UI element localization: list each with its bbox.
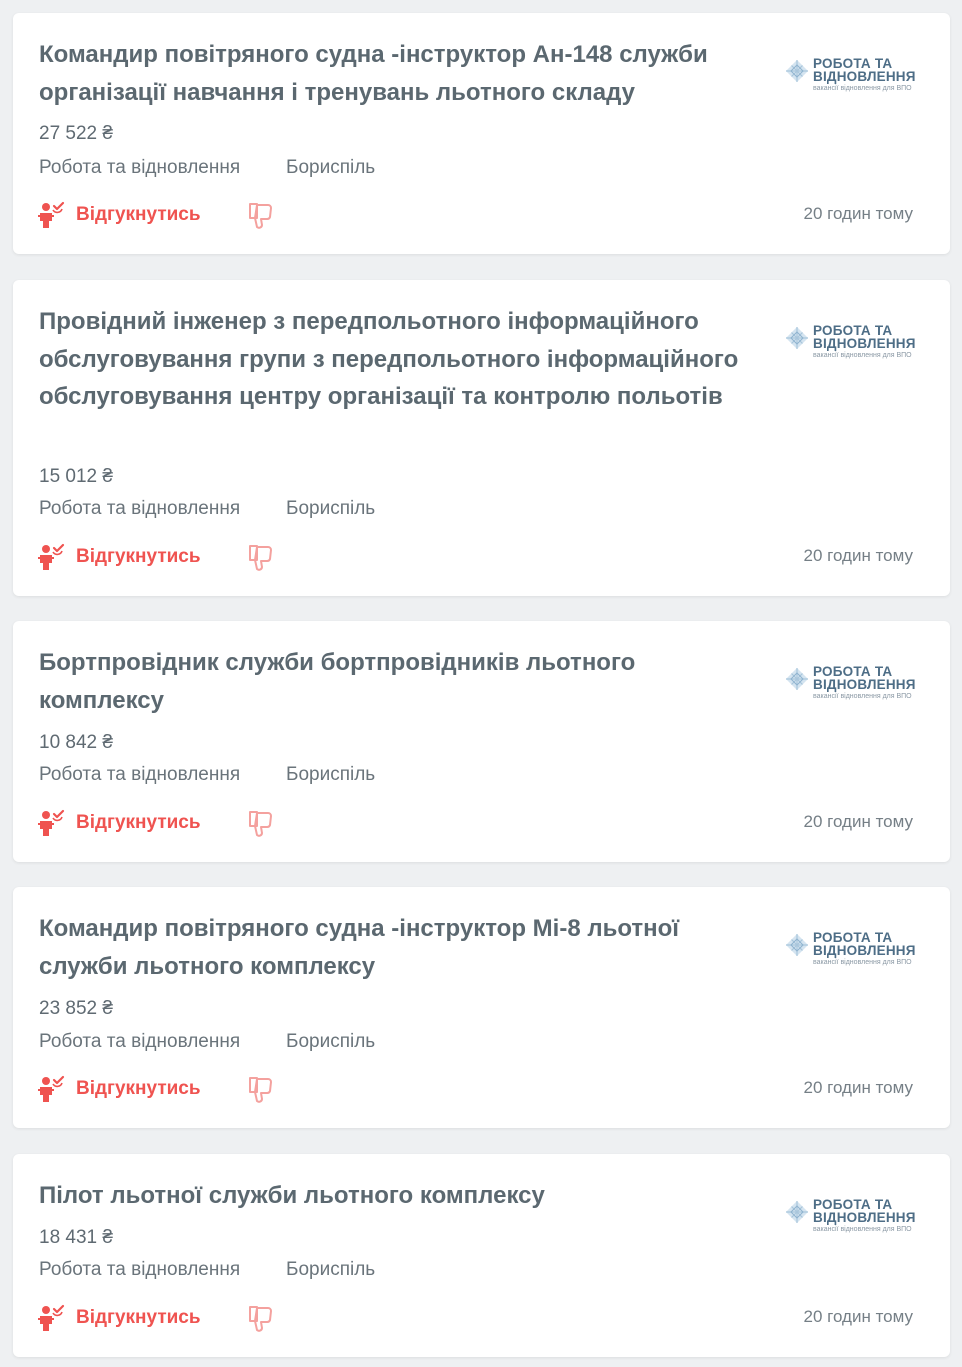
apply-button-label: Відгукнутись (76, 204, 201, 225)
dislike-button[interactable] (247, 202, 275, 230)
apply-button[interactable]: Відгукнутись (37, 808, 201, 838)
apply-button-label: Відгукнутись (76, 1307, 201, 1328)
logo-tagline: вакансії відновлення для ВПО (813, 693, 912, 700)
logo-tagline: вакансії відновлення для ВПО (813, 352, 912, 359)
apply-button[interactable]: Відгукнутись (37, 1303, 201, 1333)
job-card[interactable]: Пілот льотної служби льотного комплексу … (13, 1154, 950, 1357)
diamond-grid-logo-icon (786, 668, 808, 690)
apply-button[interactable]: Відгукнутись (37, 542, 201, 572)
apply-button-label: Відгукнутись (76, 1078, 201, 1099)
person-check-icon (38, 543, 65, 570)
diamond-grid-logo-icon (786, 934, 808, 956)
company-logo[interactable]: РОБОТА ТА ВІДНОВЛЕННЯ вакансії відновлен… (785, 663, 925, 707)
company-name[interactable]: Робота та відновлення (39, 498, 240, 520)
job-salary: 27 522 ₴ (39, 123, 113, 144)
apply-button[interactable]: Відгукнутись (37, 200, 201, 230)
dislike-button[interactable] (247, 1076, 275, 1104)
logo-tagline: вакансії відновлення для ВПО (813, 959, 912, 966)
logo-line-2: ВІДНОВЛЕННЯ (813, 69, 916, 84)
dislike-button[interactable] (247, 544, 275, 572)
posted-time: 20 годин тому (803, 812, 914, 831)
dislike-button[interactable] (247, 1305, 275, 1333)
company-logo[interactable]: РОБОТА ТА ВІДНОВЛЕННЯ вакансії відновлен… (785, 322, 925, 366)
job-salary: 23 852 ₴ (39, 998, 113, 1019)
logo-line-2: ВІДНОВЛЕННЯ (813, 943, 916, 958)
posted-time: 20 годин тому (803, 1078, 914, 1097)
logo-tagline: вакансії відновлення для ВПО (813, 85, 912, 92)
posted-time: 20 годин тому (803, 1307, 914, 1326)
thumbs-down-icon (249, 1077, 272, 1103)
job-salary: 15 012 ₴ (39, 466, 113, 487)
job-salary: 10 842 ₴ (39, 732, 113, 753)
company-name[interactable]: Робота та відновлення (39, 764, 240, 786)
job-card[interactable]: Бортпровідник служби бортпровідників льо… (13, 621, 950, 862)
apply-button-label: Відгукнутись (76, 812, 201, 833)
company-name[interactable]: Робота та відновлення (39, 1031, 240, 1053)
job-card[interactable]: Командир повітряного судна -інструктор А… (13, 13, 950, 254)
job-salary: 18 431 ₴ (39, 1227, 113, 1248)
diamond-grid-logo-icon (786, 60, 808, 82)
person-check-icon (38, 1304, 65, 1331)
job-title[interactable]: Пілот льотної служби льотного комплексу (39, 1177, 759, 1215)
job-city: Бориспіль (286, 498, 376, 519)
company-name[interactable]: Робота та відновлення (39, 157, 240, 179)
thumbs-down-icon (249, 203, 272, 229)
posted-time: 20 годин тому (803, 204, 914, 223)
job-actions: Відгукнутись 20 годин тому (37, 542, 937, 572)
job-title[interactable]: Бортпровідник служби бортпровідників льо… (39, 644, 759, 719)
apply-button-label: Відгукнутись (76, 546, 201, 567)
job-actions: Відгукнутись 20 годин тому (37, 808, 937, 838)
dislike-button[interactable] (247, 810, 275, 838)
apply-button[interactable]: Відгукнутись (37, 1074, 201, 1104)
logo-line-2: ВІДНОВЛЕННЯ (813, 336, 916, 351)
company-name[interactable]: Робота та відновлення (39, 1259, 240, 1281)
job-title[interactable]: Командир повітряного судна -інструктор М… (39, 910, 759, 985)
job-title[interactable]: Провідний інженер з передпольотного інфо… (39, 303, 759, 416)
person-check-icon (38, 1075, 65, 1102)
person-check-icon (38, 201, 65, 228)
job-city: Бориспіль (286, 1259, 376, 1280)
person-check-icon (38, 809, 65, 836)
company-logo[interactable]: РОБОТА ТА ВІДНОВЛЕННЯ вакансії відновлен… (785, 929, 925, 973)
logo-line-2: ВІДНОВЛЕННЯ (813, 1210, 916, 1225)
logo-line-2: ВІДНОВЛЕННЯ (813, 677, 916, 692)
posted-time: 20 годин тому (803, 546, 914, 565)
company-logo[interactable]: РОБОТА ТА ВІДНОВЛЕННЯ вакансії відновлен… (785, 55, 925, 99)
thumbs-down-icon (249, 545, 272, 571)
company-logo[interactable]: РОБОТА ТА ВІДНОВЛЕННЯ вакансії відновлен… (785, 1196, 925, 1240)
job-city: Бориспіль (286, 764, 376, 785)
thumbs-down-icon (249, 1306, 272, 1332)
job-city: Бориспіль (286, 157, 376, 178)
diamond-grid-logo-icon (786, 327, 808, 349)
job-actions: Відгукнутись 20 годин тому (37, 1303, 937, 1333)
logo-tagline: вакансії відновлення для ВПО (813, 1226, 912, 1233)
job-card[interactable]: Провідний інженер з передпольотного інфо… (13, 280, 950, 596)
diamond-grid-logo-icon (786, 1201, 808, 1223)
job-card[interactable]: Командир повітряного судна -інструктор М… (13, 887, 950, 1128)
job-actions: Відгукнутись 20 годин тому (37, 200, 937, 230)
job-title[interactable]: Командир повітряного судна -інструктор А… (39, 36, 759, 111)
job-city: Бориспіль (286, 1031, 376, 1052)
thumbs-down-icon (249, 811, 272, 837)
job-actions: Відгукнутись 20 годин тому (37, 1074, 937, 1104)
